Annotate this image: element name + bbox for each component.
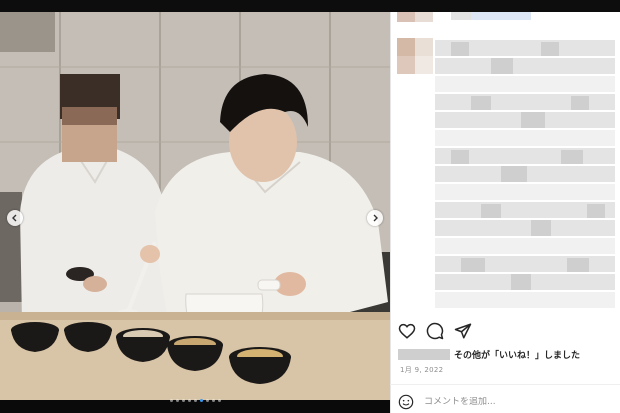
post-photo xyxy=(0,12,390,413)
heart-icon xyxy=(398,323,416,339)
chevron-right-icon xyxy=(373,214,378,222)
post-date: 1月 9, 2022 xyxy=(400,366,444,374)
likes-summary: その他が「いいね！」しました xyxy=(398,348,580,361)
blurred-username xyxy=(398,349,450,360)
divider xyxy=(390,384,620,385)
carousel-dot xyxy=(206,399,209,402)
carousel-prev-button[interactable] xyxy=(7,210,23,226)
carousel-dot xyxy=(188,399,191,402)
kitchen-photo xyxy=(0,12,390,413)
likes-text[interactable]: その他が「いいね！」しました xyxy=(454,348,580,361)
top-bar xyxy=(0,0,620,12)
comment-button[interactable] xyxy=(426,322,444,340)
carousel-dot xyxy=(194,399,197,402)
chevron-left-icon xyxy=(12,214,17,222)
comment-input[interactable] xyxy=(424,397,604,407)
pixelated-content xyxy=(391,12,620,312)
carousel-dot xyxy=(212,399,215,402)
carousel-indicator xyxy=(170,399,221,402)
like-button[interactable] xyxy=(398,322,416,340)
paper-plane-icon xyxy=(454,323,472,339)
carousel-dot xyxy=(182,399,185,402)
blurred-caption-area xyxy=(391,12,620,312)
carousel-dot xyxy=(176,399,179,402)
carousel-dot-active xyxy=(200,399,203,402)
carousel-dot xyxy=(218,399,221,402)
emoji-icon xyxy=(398,394,414,410)
carousel-dot xyxy=(170,399,173,402)
post-actions xyxy=(398,322,472,340)
carousel-next-button[interactable] xyxy=(367,210,383,226)
comment-icon xyxy=(426,322,444,340)
share-button[interactable] xyxy=(454,322,472,340)
comment-bar xyxy=(398,393,613,411)
emoji-button[interactable] xyxy=(398,394,414,410)
